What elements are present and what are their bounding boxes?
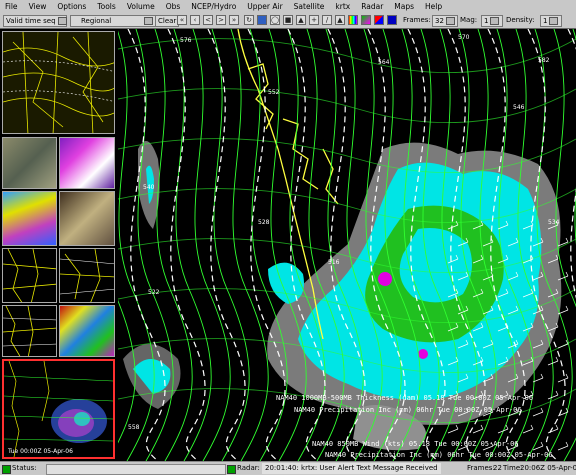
contour-label: 546	[513, 104, 525, 111]
contour-label: 582	[538, 57, 550, 64]
thumbnail-8-map	[3, 306, 56, 356]
radar-indicator-icon	[227, 465, 236, 474]
mag-select[interactable]: 1	[481, 15, 503, 27]
menu-view[interactable]: View	[24, 0, 53, 13]
frames-value: 32	[435, 17, 444, 25]
contour-label: 558	[128, 424, 140, 431]
thumbnail-5[interactable]	[59, 191, 115, 246]
menu-tools[interactable]: Tools	[92, 0, 121, 13]
thumbnail-7[interactable]	[59, 248, 115, 303]
menu-bar: File View Options Tools Volume Obs NCEP/Hydro U…	[0, 0, 576, 14]
scale-select[interactable]: Regional	[70, 15, 156, 27]
thumbnail-caption: Tue 00:00Z 05-Apr-06	[8, 448, 73, 455]
menu-file[interactable]: File	[0, 0, 24, 13]
menu-options[interactable]: Options	[52, 0, 92, 13]
menu-upper-air[interactable]: Upper Air	[242, 0, 288, 13]
dropdown-arrow-icon	[445, 17, 455, 25]
mag-label: Mag:	[460, 16, 478, 24]
contour-label: 564	[378, 59, 390, 66]
dropdown-arrow-icon	[490, 17, 500, 25]
first-frame-icon[interactable]: «	[177, 15, 187, 25]
thumbnail-8[interactable]	[2, 305, 57, 357]
frames-status-value: 22	[493, 464, 502, 472]
density-value: 1	[543, 17, 548, 25]
frames-label: Frames:	[403, 16, 431, 24]
contour-label: 570	[458, 34, 470, 41]
legend-precip-1: NAM40 Precipitation Inc (mm) 06hr Tue 00…	[294, 406, 522, 414]
status-bar: Status: Radar: 20:01:40: krtx: User Aler…	[0, 461, 576, 475]
thumbnail-10-selected[interactable]: Tue 00:00Z 05-Apr-06	[2, 359, 115, 459]
menu-volume[interactable]: Volume	[122, 0, 161, 13]
probe-icon[interactable]: ▲	[296, 15, 306, 25]
pan-icon[interactable]: ◯	[270, 15, 280, 25]
toolbar: Valid time seq Regional Clear « ‹ < > » …	[0, 13, 576, 29]
status-label: Status:	[12, 464, 37, 472]
dropdown-arrow-icon	[549, 17, 559, 25]
thumbnail-3[interactable]	[59, 137, 115, 189]
menu-krtx[interactable]: krtx	[330, 0, 356, 13]
step-forward-icon[interactable]: >	[216, 15, 226, 25]
prev-frame-icon[interactable]: ‹	[190, 15, 200, 25]
thumbnail-4[interactable]	[2, 191, 57, 246]
step-back-icon[interactable]: <	[203, 15, 213, 25]
density-label: Density:	[506, 16, 535, 24]
status-indicator-icon	[2, 465, 11, 474]
frames-status-label: Frames:	[467, 464, 495, 472]
thumbnail-2[interactable]	[2, 137, 57, 189]
mag-value: 1	[484, 17, 489, 25]
menu-ncep-hydro[interactable]: NCEP/Hydro	[186, 0, 242, 13]
loop-icon[interactable]: ↻	[244, 15, 254, 25]
menu-maps[interactable]: Maps	[389, 0, 420, 13]
radar-label: Radar:	[237, 464, 260, 472]
thumbnail-9[interactable]	[59, 305, 115, 357]
zoom-icon[interactable]	[257, 15, 267, 25]
menu-obs[interactable]: Obs	[161, 0, 187, 13]
contour-label: 516	[328, 259, 340, 266]
thumbnail-6-map	[3, 249, 56, 302]
sample-icon[interactable]: ■	[283, 15, 293, 25]
contour-label: 522	[148, 289, 160, 296]
crosshair-icon[interactable]: +	[309, 15, 319, 25]
thumbnail-6[interactable]	[2, 248, 57, 303]
status-field	[46, 464, 226, 475]
contour-label: 552	[268, 89, 280, 96]
frames-select[interactable]: 32	[432, 15, 458, 27]
density-select[interactable]: 1	[540, 15, 562, 27]
time-value: 20:06Z 05-Apr-06	[520, 464, 576, 472]
time-height-icon[interactable]: ▲	[335, 15, 345, 25]
blend-icon[interactable]	[387, 15, 397, 25]
image-icon[interactable]	[374, 15, 384, 25]
rainbow-icon[interactable]	[348, 15, 358, 25]
clear-button[interactable]: Clear	[155, 15, 179, 27]
loop-mode-select[interactable]: Valid time seq	[3, 15, 67, 27]
legend-precip-2: NAM40 Precipitation Inc (mm) 06hr Tue 00…	[325, 451, 553, 459]
contour-label: 576	[180, 37, 192, 44]
loop-mode-value: Valid time seq	[6, 17, 56, 25]
contour-label: 534	[548, 219, 560, 226]
menu-radar[interactable]: Radar	[356, 0, 389, 13]
thumbnail-1-map	[3, 32, 114, 133]
status-message: 20:01:40: krtx: User Alert Text Message …	[262, 463, 441, 474]
legend-thickness: NAM40 1000MB-500MB Thickness (dam) 05.18…	[276, 394, 534, 402]
thumbnail-1[interactable]	[2, 31, 115, 134]
legend-wind: NAM40 850MB Wind (kts) 05.18 Tue 00:00Z …	[312, 440, 519, 448]
thumbnail-10-map	[4, 361, 113, 457]
contour-label: 540	[143, 184, 155, 191]
color-icon[interactable]	[361, 15, 371, 25]
thumbnail-7-map	[60, 249, 114, 302]
distance-icon[interactable]: /	[322, 15, 332, 25]
main-map-display[interactable]: 576 570 564 552 546 540 534 528 522 516 558 582 NAM…	[118, 29, 576, 461]
scale-value: Regional	[81, 17, 112, 25]
thumbnail-panel: Tue 00:00Z 05-Apr-06	[0, 29, 117, 461]
menu-help[interactable]: Help	[420, 0, 448, 13]
dropdown-arrow-icon	[144, 17, 153, 25]
dropdown-arrow-icon	[57, 17, 67, 25]
last-frame-icon[interactable]: »	[229, 15, 239, 25]
contour-label: 528	[258, 219, 270, 226]
menu-satellite[interactable]: Satellite	[289, 0, 331, 13]
